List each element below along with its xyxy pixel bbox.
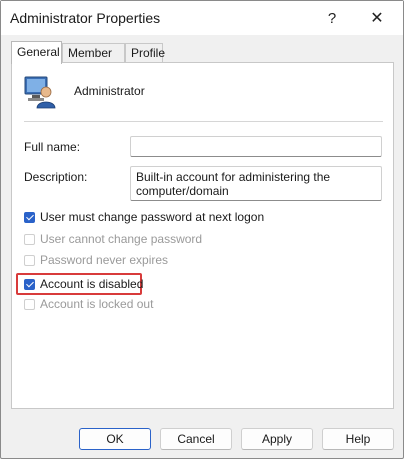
description-label: Description: [24, 170, 88, 184]
checkbox-account-disabled[interactable]: Account is disabled [24, 276, 143, 292]
checkbox-account-locked-out[interactable]: Account is locked out [24, 296, 153, 312]
checkbox-box[interactable] [24, 298, 35, 310]
window-title: Administrator Properties [10, 10, 161, 26]
checkbox-box[interactable] [24, 233, 35, 245]
checkbox-label: Password never expires [40, 253, 169, 267]
checkbox-box[interactable] [24, 278, 35, 290]
ok-button[interactable]: OK [79, 428, 151, 450]
checkbox-label: Account is locked out [40, 297, 154, 311]
checkbox-must-change-password[interactable]: User must change password at next logon [24, 209, 264, 225]
properties-dialog: Administrator Properties ? ✕ General Mem… [0, 0, 404, 459]
general-panel: Administrator Full name: Description: Bu… [11, 62, 394, 409]
checkbox-label: Account is disabled [40, 277, 144, 291]
user-name: Administrator [74, 84, 145, 98]
apply-button[interactable]: Apply [241, 428, 313, 450]
checkbox-label: User must change password at next logon [40, 210, 265, 224]
checkbox-password-never-expires[interactable]: Password never expires [24, 252, 168, 268]
help-icon[interactable]: ? [310, 1, 354, 35]
full-name-input[interactable] [130, 136, 382, 157]
checkbox-label: User cannot change password [40, 232, 203, 246]
tab-general[interactable]: General [11, 41, 62, 64]
checkbox-cannot-change-password[interactable]: User cannot change password [24, 231, 202, 247]
checkbox-box[interactable] [24, 211, 35, 223]
checkbox-box[interactable] [24, 254, 35, 266]
full-name-label: Full name: [24, 140, 81, 154]
tab-profile[interactable]: Profile [125, 43, 165, 62]
close-icon[interactable]: ✕ [355, 1, 399, 35]
description-input[interactable]: Built-in account for administering the c… [130, 166, 382, 201]
user-computer-icon [24, 76, 56, 109]
tab-member-of[interactable]: Member Of [62, 43, 125, 79]
divider [24, 121, 383, 122]
help-button[interactable]: Help [322, 428, 394, 450]
cancel-button[interactable]: Cancel [160, 428, 232, 450]
title-bar: Administrator Properties ? ✕ [1, 1, 403, 35]
